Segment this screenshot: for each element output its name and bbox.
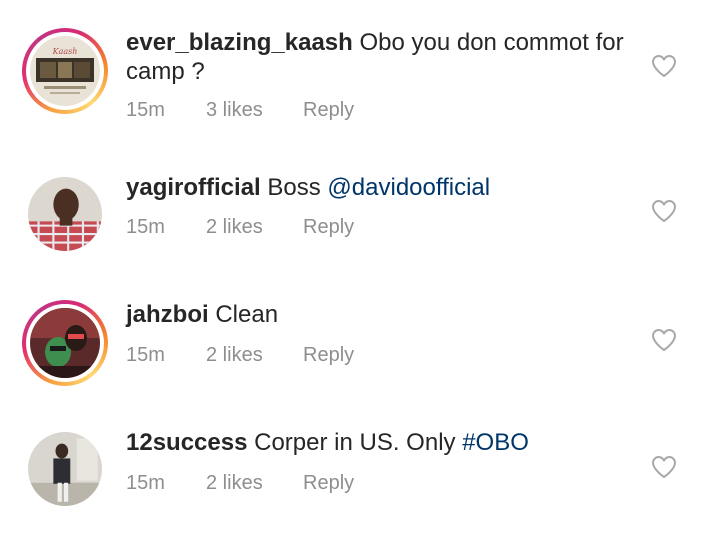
- comment-likes[interactable]: 3 likes: [206, 99, 263, 122]
- avatar-image: Kaash: [30, 36, 100, 106]
- reply-button[interactable]: Reply: [303, 344, 354, 367]
- comment-list: Kaash ever_blazing_kaash Obo you don com…: [0, 0, 720, 538]
- heart-outline-icon[interactable]: [651, 54, 677, 78]
- avatar-story-ring[interactable]: Kaash: [22, 28, 108, 114]
- avatar[interactable]: [28, 432, 102, 506]
- comment-text: jahzboi Clean: [126, 300, 646, 329]
- avatar[interactable]: [30, 308, 100, 378]
- comment-text: ever_blazing_kaash Obo you don commot fo…: [126, 28, 646, 86]
- avatar-image: [28, 177, 102, 251]
- svg-text:Kaash: Kaash: [52, 47, 78, 56]
- heart-outline-icon[interactable]: [651, 199, 677, 223]
- heart-outline-icon[interactable]: [651, 328, 677, 352]
- comment-time: 15m: [126, 216, 165, 238]
- reply-button[interactable]: Reply: [303, 472, 354, 495]
- hashtag-link[interactable]: #OBO: [462, 429, 529, 456]
- avatar-story-ring[interactable]: [22, 300, 108, 386]
- reply-button[interactable]: Reply: [303, 99, 354, 122]
- comment-time: 15m: [126, 99, 165, 121]
- avatar-image-wrap: [28, 432, 102, 506]
- comment-text: 12success Corper in US. Only #OBO: [126, 428, 646, 457]
- comment-body: Corper in US. Only: [247, 429, 463, 456]
- mention-link[interactable]: @davidoofficial: [327, 174, 490, 201]
- avatar-image: [30, 308, 100, 378]
- comment-username[interactable]: yagirofficial: [126, 174, 261, 201]
- avatar-image: [28, 432, 102, 506]
- comment-username[interactable]: ever_blazing_kaash: [126, 29, 353, 56]
- comment-time: 15m: [126, 472, 165, 494]
- comment-likes[interactable]: 2 likes: [206, 472, 263, 495]
- heart-outline-icon[interactable]: [651, 455, 677, 479]
- comment-likes[interactable]: 2 likes: [206, 216, 263, 239]
- avatar-image-wrap: [28, 177, 102, 251]
- avatar[interactable]: [28, 177, 102, 251]
- comment-text: yagirofficial Boss @davidoofficial: [126, 173, 646, 202]
- avatar[interactable]: Kaash: [30, 36, 100, 106]
- comment-username[interactable]: 12success: [126, 429, 247, 456]
- comment-likes[interactable]: 2 likes: [206, 344, 263, 367]
- comment-body: Boss: [260, 174, 328, 201]
- comment-time: 15m: [126, 344, 165, 366]
- comment-body: Clean: [208, 301, 279, 328]
- comment-username[interactable]: jahzboi: [126, 301, 209, 328]
- reply-button[interactable]: Reply: [303, 216, 354, 239]
